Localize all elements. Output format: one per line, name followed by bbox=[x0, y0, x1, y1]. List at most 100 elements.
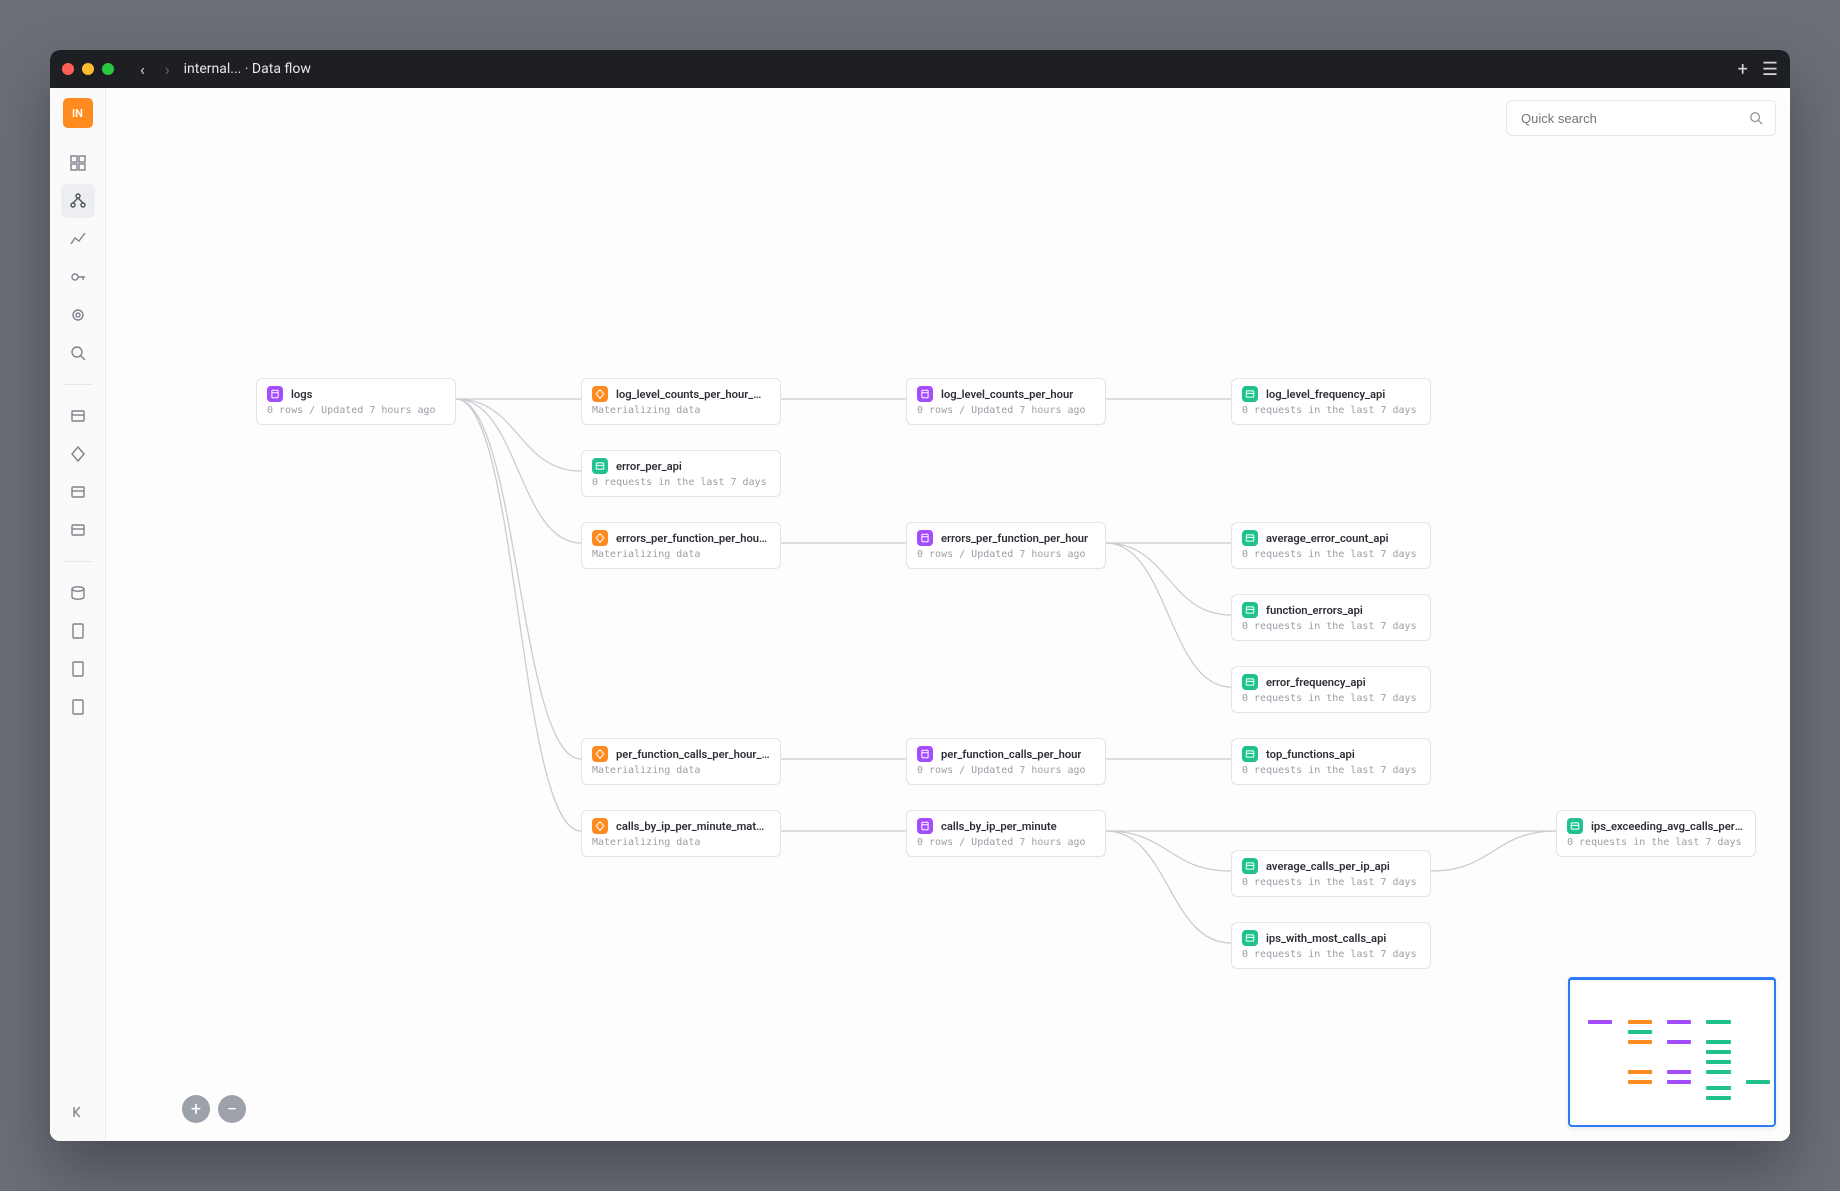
titlebar: ‹ › internal... · Data flow + ☰ bbox=[50, 50, 1790, 88]
node-label: errors_per_function_per_hour_mat… bbox=[616, 532, 770, 545]
zoom-in-button[interactable]: + bbox=[182, 1095, 210, 1123]
node-err_fn_mat[interactable]: errors_per_function_per_hour_mat… Materia… bbox=[581, 522, 781, 569]
main-canvas-area: logs0 rows / Updated 7 hours agolog_leve… bbox=[106, 88, 1790, 1141]
purple-node-icon bbox=[917, 746, 933, 762]
doc3-icon[interactable] bbox=[61, 690, 95, 724]
search-icon[interactable] bbox=[61, 336, 95, 370]
tokens-icon[interactable] bbox=[61, 260, 95, 294]
node-ips_most_api[interactable]: ips_with_most_calls_api 0 requests in the… bbox=[1231, 922, 1431, 969]
data-flow-icon[interactable] bbox=[61, 184, 95, 218]
maximize-icon[interactable] bbox=[102, 63, 114, 75]
node-label: log_level_counts_per_hour_materi… bbox=[616, 388, 770, 401]
workspace-badge[interactable]: IN bbox=[63, 98, 93, 128]
node-avg_calls_api[interactable]: average_calls_per_ip_api 0 requests in th… bbox=[1231, 850, 1431, 897]
node-label: function_errors_api bbox=[1266, 604, 1363, 617]
node-label: per_function_calls_per_hour_mate… bbox=[616, 748, 770, 761]
doc2-icon[interactable] bbox=[61, 652, 95, 686]
collapse-icon[interactable] bbox=[61, 1095, 95, 1129]
green-node-icon bbox=[1242, 386, 1258, 402]
node-label: average_calls_per_ip_api bbox=[1266, 860, 1390, 873]
node-err_api[interactable]: error_per_api 0 requests in the last 7 da… bbox=[581, 450, 781, 497]
node-label: average_error_count_api bbox=[1266, 532, 1389, 545]
node-fn_err_api[interactable]: function_errors_api 0 requests in the las… bbox=[1231, 594, 1431, 641]
datasource-icon[interactable] bbox=[61, 399, 95, 433]
node-avg_err_api[interactable]: average_error_count_api 0 requests in the… bbox=[1231, 522, 1431, 569]
node-top_fn_api[interactable]: top_functions_api 0 requests in the last … bbox=[1231, 738, 1431, 785]
zoom-out-button[interactable]: − bbox=[218, 1095, 246, 1123]
pipe-icon[interactable] bbox=[61, 437, 95, 471]
menu-icon[interactable]: ☰ bbox=[1762, 59, 1778, 80]
node-subtext: 0 requests in the last 7 days bbox=[1242, 765, 1420, 776]
close-icon[interactable] bbox=[62, 63, 74, 75]
node-llc[interactable]: log_level_counts_per_hour 0 rows / Update… bbox=[906, 378, 1106, 425]
node-label: error_frequency_api bbox=[1266, 676, 1366, 689]
minimize-icon[interactable] bbox=[82, 63, 94, 75]
green-node-icon bbox=[1242, 674, 1258, 690]
node-subtext: 0 requests in the last 7 days bbox=[1242, 621, 1420, 632]
node-fn_calls_mat[interactable]: per_function_calls_per_hour_mate… Materia… bbox=[581, 738, 781, 785]
node-label: log_level_frequency_api bbox=[1266, 388, 1385, 401]
doc1-icon[interactable] bbox=[61, 614, 95, 648]
window-title: internal... · Data flow bbox=[184, 61, 311, 77]
node-subtext: 0 requests in the last 7 days bbox=[1567, 837, 1745, 848]
node-logs[interactable]: logs 0 rows / Updated 7 hours ago bbox=[256, 378, 456, 425]
node-subtext: Materializing data bbox=[592, 837, 770, 848]
node-subtext: 0 rows / Updated 7 hours ago bbox=[917, 405, 1095, 416]
node-subtext: 0 requests in the last 7 days bbox=[1242, 949, 1420, 960]
green-node-icon bbox=[1242, 530, 1258, 546]
node-subtext: 0 rows / Updated 7 hours ago bbox=[917, 837, 1095, 848]
node-subtext: 0 requests in the last 7 days bbox=[1242, 549, 1420, 560]
sidebar: IN bbox=[50, 88, 106, 1141]
db-icon[interactable] bbox=[61, 576, 95, 610]
node-label: top_functions_api bbox=[1266, 748, 1355, 761]
node-subtext: 0 requests in the last 7 days bbox=[1242, 405, 1420, 416]
settings-icon[interactable] bbox=[61, 298, 95, 332]
node-label: ips_with_most_calls_api bbox=[1266, 932, 1386, 945]
purple-node-icon bbox=[917, 818, 933, 834]
orange-node-icon bbox=[592, 530, 608, 546]
metrics-icon[interactable] bbox=[61, 222, 95, 256]
node-label: error_per_api bbox=[616, 460, 682, 473]
node-llf_api[interactable]: log_level_frequency_api 0 requests in the… bbox=[1231, 378, 1431, 425]
node-label: calls_by_ip_per_minute bbox=[941, 820, 1057, 833]
node-label: logs bbox=[291, 388, 312, 401]
node-fn_calls[interactable]: per_function_calls_per_hour0 rows / Upda… bbox=[906, 738, 1106, 785]
green-node-icon bbox=[1242, 602, 1258, 618]
traffic-lights bbox=[62, 63, 114, 75]
node-subtext: 0 requests in the last 7 days bbox=[1242, 693, 1420, 704]
green-node-icon bbox=[1567, 818, 1583, 834]
add-icon[interactable]: + bbox=[1738, 59, 1748, 80]
node-calls_ip_mat[interactable]: calls_by_ip_per_minute_materiali… Materia… bbox=[581, 810, 781, 857]
green-node-icon bbox=[1242, 858, 1258, 874]
node-subtext: Materializing data bbox=[592, 765, 770, 776]
node-calls_ip[interactable]: calls_by_ip_per_minute 0 rows / Updated 7… bbox=[906, 810, 1106, 857]
nav-back-icon[interactable]: ‹ bbox=[134, 60, 151, 79]
node-err_freq_api[interactable]: error_frequency_api 0 requests in the las… bbox=[1231, 666, 1431, 713]
node-err_fn[interactable]: errors_per_function_per_hour 0 rows / Upd… bbox=[906, 522, 1106, 569]
nav-forward-icon[interactable]: › bbox=[159, 60, 176, 79]
orange-node-icon bbox=[592, 386, 608, 402]
datasource3-icon[interactable] bbox=[61, 513, 95, 547]
node-label: ips_exceeding_avg_calls_per_minu… bbox=[1591, 820, 1745, 833]
green-node-icon bbox=[1242, 746, 1258, 762]
datasource2-icon[interactable] bbox=[61, 475, 95, 509]
node-subtext: Materializing data bbox=[592, 549, 770, 560]
node-label: errors_per_function_per_hour bbox=[941, 532, 1088, 545]
purple-node-icon bbox=[267, 386, 283, 402]
purple-node-icon bbox=[917, 386, 933, 402]
node-label: log_level_counts_per_hour bbox=[941, 388, 1073, 401]
green-node-icon bbox=[1242, 930, 1258, 946]
node-subtext: 0 rows / Updated 7 hours ago bbox=[267, 405, 445, 416]
green-node-icon bbox=[592, 458, 608, 474]
overview-icon[interactable] bbox=[61, 146, 95, 180]
node-subtext: 0 requests in the last 7 days bbox=[1242, 877, 1420, 888]
flow-canvas[interactable]: logs0 rows / Updated 7 hours agolog_leve… bbox=[106, 88, 1790, 1141]
node-label: calls_by_ip_per_minute_materiali… bbox=[616, 820, 770, 833]
node-subtext: Materializing data bbox=[592, 405, 770, 416]
node-ips_exceed[interactable]: ips_exceeding_avg_calls_per_minu… 0 reque… bbox=[1556, 810, 1756, 857]
purple-node-icon bbox=[917, 530, 933, 546]
minimap[interactable] bbox=[1568, 977, 1776, 1127]
node-subtext: 0 rows / Updated 7 hours ago bbox=[917, 549, 1095, 560]
node-subtext: 0 requests in the last 7 days bbox=[592, 477, 770, 488]
node-llc_mat[interactable]: log_level_counts_per_hour_materi… Materia… bbox=[581, 378, 781, 425]
